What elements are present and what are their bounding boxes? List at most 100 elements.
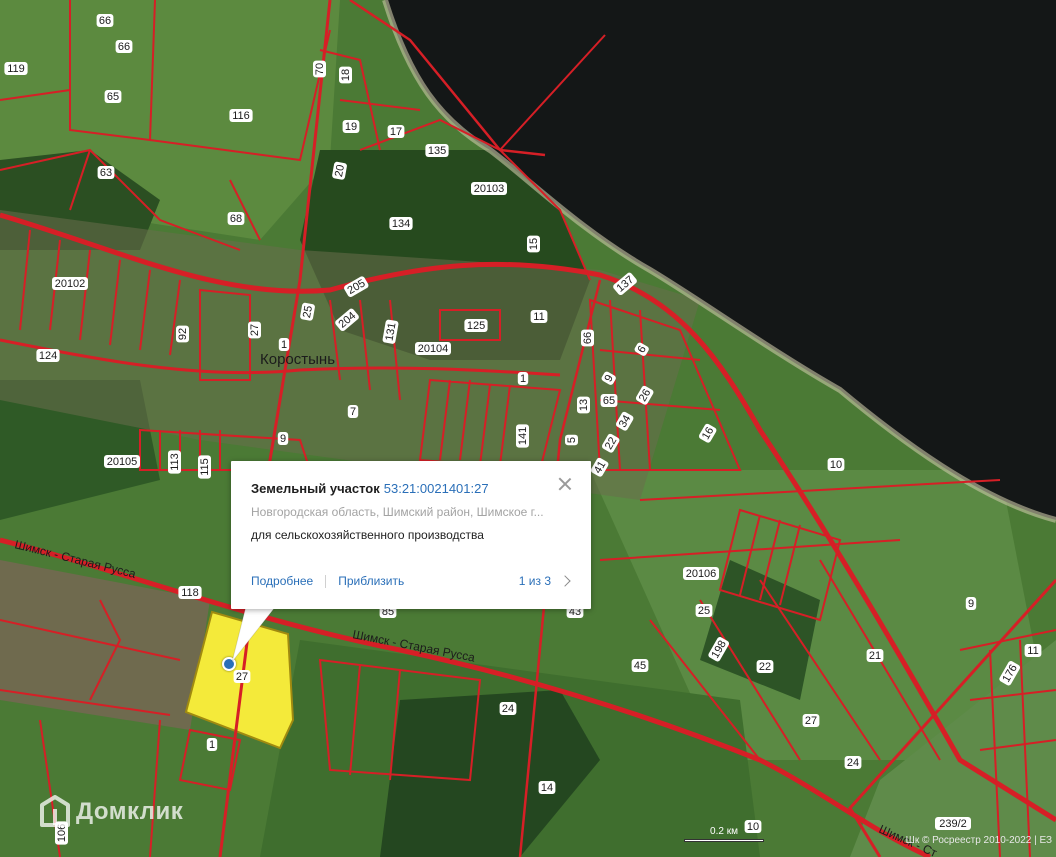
plot-number-label: 20103 — [471, 182, 507, 195]
plot-number-text: 125 — [467, 320, 485, 332]
plot-number-label: 65 — [600, 394, 618, 407]
plot-number-label: 25 — [695, 604, 713, 617]
plot-number-text: 66 — [99, 15, 111, 27]
chevron-right-icon[interactable] — [559, 575, 571, 587]
plot-number-label: 65 — [104, 90, 122, 103]
selected-plot-marker[interactable] — [222, 657, 236, 671]
map-attribution: Шк © Росреестр 2010-2022 | ЕЗ — [905, 835, 1052, 846]
plot-number-label: 17 — [387, 125, 405, 138]
plot-number-label: 20106 — [683, 567, 719, 580]
plot-number-text: 18 — [340, 69, 352, 81]
plot-number-text: 124 — [39, 350, 57, 362]
plot-number-text: 65 — [107, 91, 119, 103]
cadastral-map[interactable]: Шимск - Старая Русса Шимск - Старая Русс… — [0, 0, 1056, 857]
zoom-link[interactable]: Приблизить — [338, 574, 404, 588]
watermark-text: Домклик — [76, 798, 184, 825]
popup-address: Новгородская область, Шимский район, Шим… — [251, 505, 544, 519]
plot-number-label: 13 — [577, 396, 590, 414]
plot-number-text: 45 — [634, 660, 646, 672]
plot-number-text: 14 — [541, 782, 553, 794]
plot-number-text: 115 — [199, 458, 211, 476]
plot-number-text: 24 — [847, 757, 859, 769]
plot-number-text: 20103 — [474, 183, 505, 195]
popup-actions: Подробнее Приблизить 1 из 3 — [251, 573, 571, 589]
plot-number-label: 68 — [227, 212, 245, 225]
plot-number-label: 1 — [206, 738, 218, 751]
plot-number-text: 5 — [566, 437, 578, 443]
plot-number-label: 18 — [339, 66, 352, 84]
plot-number-label: 66 — [115, 40, 133, 53]
plot-number-text: 11 — [1027, 645, 1038, 657]
plot-number-text: 135 — [428, 145, 446, 157]
plot-number-label: 21 — [866, 649, 884, 662]
plot-number-text: 15 — [528, 238, 540, 250]
plot-number-label: 125 — [464, 319, 488, 332]
plot-number-text: 239/2 — [939, 818, 967, 830]
plot-number-text: 20106 — [686, 568, 717, 580]
plot-number-text: 9 — [968, 598, 974, 610]
plot-number-label: 9 — [965, 597, 977, 610]
plot-number-text: 66 — [118, 41, 130, 53]
plot-number-text: 27 — [236, 671, 248, 683]
plot-number-label: 27 — [248, 321, 261, 339]
scale-label: 0.2 км — [710, 826, 738, 837]
plot-number-text: 20105 — [107, 456, 138, 468]
plot-number-text: 25 — [698, 605, 710, 617]
place-label: Коростынь — [260, 351, 335, 368]
plot-number-label: 5 — [565, 434, 578, 446]
plot-number-text: 1 — [520, 373, 526, 385]
domclick-watermark: Домклик — [40, 795, 183, 829]
plot-number-text: 113 — [169, 453, 181, 471]
plot-number-text: 27 — [249, 324, 261, 336]
plot-number-label: 1 — [517, 372, 529, 385]
plot-number-label: 118 — [178, 586, 202, 599]
plot-number-label: 9 — [277, 432, 289, 445]
plot-number-text: 24 — [502, 703, 514, 715]
plot-number-label: 20105 — [104, 455, 140, 468]
plot-number-label: 24 — [844, 756, 862, 769]
plot-number-label: 134 — [389, 217, 413, 230]
plot-number-text: 19 — [345, 121, 357, 133]
plot-number-text: 13 — [578, 399, 590, 411]
plot-number-text: 134 — [392, 218, 410, 230]
plot-number-text: 92 — [177, 328, 189, 340]
plot-number-label: 14 — [538, 781, 556, 794]
plot-number-label: 7 — [347, 405, 359, 418]
plot-number-label: 113 — [168, 450, 181, 474]
details-link[interactable]: Подробнее — [251, 574, 313, 588]
plot-number-text: 11 — [533, 311, 544, 323]
plot-number-text: 1 — [281, 339, 287, 351]
map-scale: 0.2 км — [684, 826, 764, 842]
plot-number-label: 10 — [827, 458, 845, 471]
plot-number-text: 10 — [830, 459, 842, 471]
house-logo-icon — [40, 795, 70, 827]
plot-number-label: 11 — [530, 310, 548, 323]
plot-number-label: 20104 — [415, 342, 451, 355]
plot-number-text: 68 — [230, 213, 242, 225]
plot-number-label: 45 — [631, 659, 649, 672]
plot-number-label: 19 — [342, 120, 360, 133]
plot-number-label: 1 — [278, 338, 290, 351]
plot-number-text: 70 — [314, 63, 326, 75]
close-icon[interactable] — [557, 476, 573, 492]
plot-number-label: 27 — [802, 714, 820, 727]
plot-number-text: 17 — [390, 126, 402, 138]
plot-number-text: 22 — [759, 661, 771, 673]
plot-number-text: 7 — [350, 406, 356, 418]
plot-number-text: 65 — [603, 395, 615, 407]
plot-number-label: 239/2 — [935, 817, 971, 830]
plot-number-text: 20102 — [55, 278, 86, 290]
popup-pager: 1 из 3 — [518, 574, 551, 588]
plot-number-text: 25 — [301, 305, 315, 319]
plot-number-label: 22 — [756, 660, 774, 673]
cadastral-number-link[interactable]: 53:21:0021401:27 — [384, 481, 489, 496]
plot-number-label: 70 — [313, 60, 326, 78]
plot-number-label: 66 — [581, 329, 594, 347]
plot-number-label: 116 — [229, 109, 253, 122]
popup-title: Земельный участок 53:21:0021401:27 — [251, 481, 571, 496]
plot-number-text: 20104 — [418, 343, 449, 355]
plot-number-text: 63 — [100, 167, 112, 179]
plot-info-popup: Земельный участок 53:21:0021401:27 Новгор… — [231, 461, 591, 609]
plot-number-text: 118 — [181, 587, 199, 599]
popup-title-label: Земельный участок — [251, 481, 380, 496]
